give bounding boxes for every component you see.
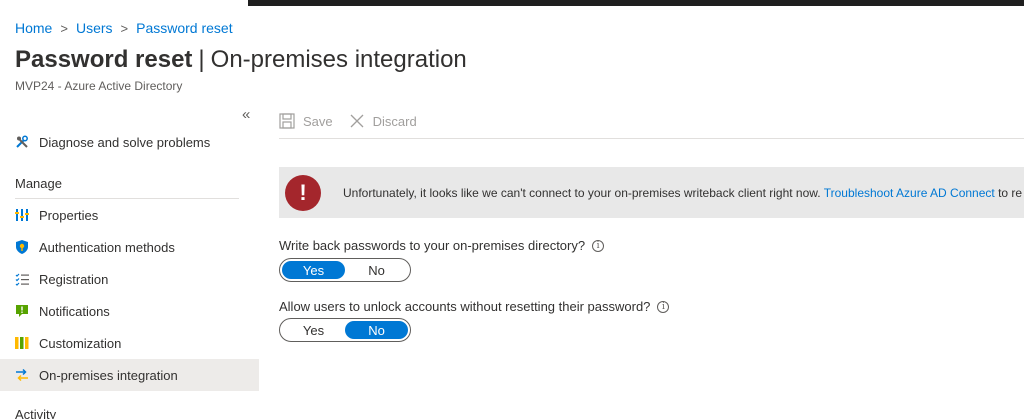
breadcrumb-password-reset[interactable]: Password reset <box>136 20 232 36</box>
sidebar-item-label: Customization <box>39 335 122 351</box>
sync-icon <box>15 368 29 382</box>
sidebar-item-label: Properties <box>39 207 99 223</box>
sidebar-item-label: Diagnose and solve problems <box>39 134 211 150</box>
sidebar-item-authentication-methods[interactable]: Authentication methods <box>0 231 259 263</box>
writeback-no-option[interactable]: No <box>345 261 408 279</box>
discard-label: Discard <box>372 113 417 129</box>
sidebar-item-notifications[interactable]: Notifications <box>0 295 259 327</box>
save-icon <box>279 113 295 129</box>
page-title-separator: | <box>198 46 205 73</box>
top-bar-dark-strip <box>248 0 1024 6</box>
sidebar-item-label: Notifications <box>39 303 110 319</box>
sidebar-section-manage: Manage <box>15 176 62 191</box>
error-banner: ! Unfortunately, it looks like we can't … <box>279 167 1024 218</box>
error-message-trailing: to re <box>994 185 1023 200</box>
error-icon: ! <box>285 174 321 211</box>
error-message-text: Unfortunately, it looks like we can't co… <box>343 185 824 200</box>
writeback-setting-label: Write back passwords to your on-premises… <box>279 238 605 253</box>
info-icon[interactable]: i <box>592 239 605 252</box>
sidebar-item-label: Authentication methods <box>39 239 175 255</box>
page-title-main: Password reset <box>15 46 193 73</box>
page-title: Password reset | On-premises integration <box>15 46 467 74</box>
shield-icon <box>15 240 29 254</box>
sidebar-item-label: On-premises integration <box>39 367 178 383</box>
top-bar <box>0 0 1024 8</box>
page-title-sub: On-premises integration <box>210 46 467 73</box>
writeback-question: Write back passwords to your on-premises… <box>279 238 586 253</box>
breadcrumb-separator: > <box>120 20 129 36</box>
sidebar-section-activity: Activity <box>15 407 57 419</box>
info-icon[interactable]: i <box>657 300 670 313</box>
breadcrumb-separator: > <box>60 20 68 36</box>
close-icon <box>350 114 364 128</box>
wrench-icon <box>15 135 29 149</box>
unlock-setting-label: Allow users to unlock accounts without r… <box>279 299 670 314</box>
sidebar-item-registration[interactable]: Registration <box>0 263 259 295</box>
sidebar-item-label: Registration <box>39 271 109 287</box>
unlock-toggle: Yes No <box>279 318 411 342</box>
save-label: Save <box>303 113 333 129</box>
list-icon <box>15 272 29 286</box>
unlock-question: Allow users to unlock accounts without r… <box>279 299 651 314</box>
toolbar-divider <box>279 138 1024 139</box>
page-subtitle: MVP24 - Azure Active Directory <box>15 79 183 93</box>
unlock-yes-option[interactable]: Yes <box>282 321 345 339</box>
collapse-sidebar-button[interactable]: « <box>242 106 250 123</box>
sidebar-item-on-premises-integration[interactable]: On-premises integration <box>0 359 259 391</box>
properties-icon <box>15 208 29 222</box>
sidebar-item-customization[interactable]: Customization <box>0 327 259 359</box>
breadcrumb: Home > Users > Password reset <box>15 20 233 36</box>
sidebar-item-properties[interactable]: Properties <box>0 199 259 231</box>
customization-icon <box>15 336 29 350</box>
discard-button[interactable]: Discard <box>349 113 417 129</box>
writeback-toggle: Yes No <box>279 258 411 282</box>
sidebar-item-diagnose[interactable]: Diagnose and solve problems <box>0 126 259 158</box>
writeback-yes-option[interactable]: Yes <box>282 261 345 279</box>
notification-icon <box>15 304 29 318</box>
command-toolbar: Save Discard <box>279 106 433 136</box>
breadcrumb-home[interactable]: Home <box>15 20 52 36</box>
breadcrumb-users[interactable]: Users <box>76 20 113 36</box>
troubleshoot-link[interactable]: Troubleshoot Azure AD Connect <box>824 186 995 200</box>
save-button[interactable]: Save <box>279 113 333 129</box>
unlock-no-option[interactable]: No <box>345 321 408 339</box>
error-message: Unfortunately, it looks like we can't co… <box>343 186 1022 200</box>
